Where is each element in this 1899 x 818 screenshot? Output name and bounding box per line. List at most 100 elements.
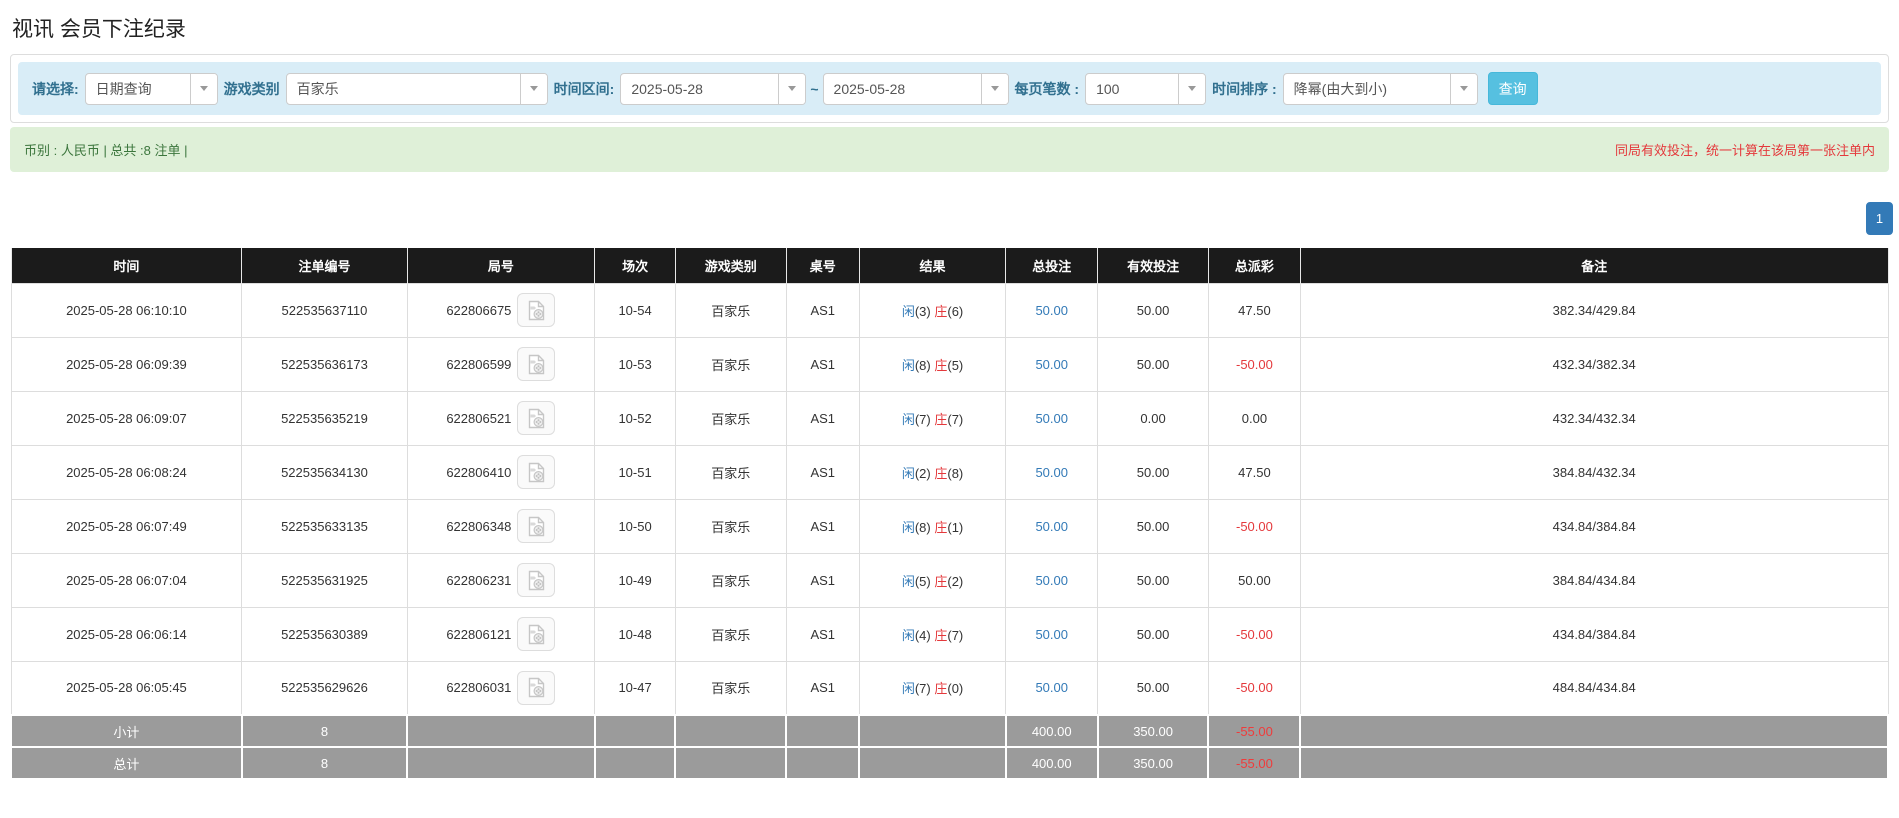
subtotal-row-empty-result <box>858 714 1007 748</box>
date-from-dropdown-toggle[interactable] <box>778 73 806 104</box>
date-to-dropdown-toggle[interactable] <box>980 73 1008 104</box>
page-button-1[interactable]: 1 <box>1866 202 1893 235</box>
cell-session: 10-53 <box>594 336 676 392</box>
result-player-score: (2) <box>914 465 931 481</box>
column-header-8: 有效投注 <box>1097 248 1209 283</box>
video-record-file-icon <box>528 570 545 590</box>
cell-payout: 0.00 <box>1207 390 1301 446</box>
cell-result: 闲(7) 庄(7) <box>858 390 1007 446</box>
grandtotal-row-valid-bet: 350.00 <box>1096 746 1210 780</box>
round-number-text: 622806121 <box>446 626 512 642</box>
video-playback-button[interactable] <box>517 455 556 489</box>
result-banker-label: 庄 <box>934 357 948 373</box>
cell-table-number: AS1 <box>785 498 860 554</box>
cell-payout: 47.50 <box>1207 282 1301 338</box>
grandtotal-row-payout: -55.00 <box>1207 746 1302 780</box>
caret-down-icon <box>788 86 797 91</box>
cell-result: 闲(8) 庄(5) <box>858 336 1007 392</box>
cell-result: 闲(3) 庄(6) <box>858 282 1007 338</box>
cell-table-number: AS1 <box>785 444 860 500</box>
table-row: 2025-05-28 06:08:24 522535634130 622806410… <box>10 444 1889 500</box>
table-row: 2025-05-28 06:05:45 522535629626 622806031… <box>10 660 1889 716</box>
select-mode-dropdown-toggle[interactable] <box>189 73 217 104</box>
cell-session: 10-47 <box>594 660 676 716</box>
cell-bet-number: 522535636173 <box>241 336 408 392</box>
select-mode-label: 请选择: <box>32 80 79 97</box>
summary-bar: 币别 : 人民币 | 总共 :8 注单 | 同局有效投注，统一计算在该局第一张注… <box>10 127 1889 172</box>
result-player-label: 闲 <box>901 357 915 373</box>
column-header-6: 结果 <box>858 248 1007 283</box>
grandtotal-row: 总计 8 400.00 350.00 -55.00 <box>10 746 1889 780</box>
subtotal-row-empty-remark <box>1299 714 1889 748</box>
total-bet-link[interactable]: 50.00 <box>1035 357 1068 372</box>
cell-bet-number: 522535637110 <box>241 282 408 338</box>
page-size-input[interactable] <box>1086 73 1179 104</box>
cell-total-bet: 50.00 <box>1005 606 1099 662</box>
video-playback-button[interactable] <box>517 509 556 543</box>
video-record-file-icon <box>528 300 545 320</box>
cell-result: 闲(2) 庄(8) <box>858 444 1007 500</box>
cell-session: 10-52 <box>594 390 676 446</box>
caret-down-icon <box>990 86 999 91</box>
cell-remark: 382.34/429.84 <box>1299 282 1889 338</box>
subtotal-row-count: 8 <box>240 714 409 748</box>
date-from-combobox <box>620 72 807 105</box>
cell-valid-bet: 50.00 <box>1097 606 1209 662</box>
cell-total-bet: 50.00 <box>1005 282 1099 338</box>
result-player-label: 闲 <box>901 519 915 535</box>
cell-round-number: 622806521 <box>406 390 596 446</box>
cell-result: 闲(4) 庄(7) <box>858 606 1007 662</box>
video-playback-button[interactable] <box>517 293 556 327</box>
cell-payout: -50.00 <box>1207 606 1301 662</box>
total-bet-link[interactable]: 50.00 <box>1035 573 1068 588</box>
time-sort-label: 时间排序 : <box>1212 80 1277 97</box>
result-banker-score: (8) <box>947 465 964 481</box>
cell-remark: 434.84/384.84 <box>1299 498 1889 554</box>
video-playback-button[interactable] <box>517 401 556 435</box>
result-banker-label: 庄 <box>934 681 948 697</box>
cell-bet-number: 522535630389 <box>241 606 408 662</box>
total-bet-link[interactable]: 50.00 <box>1035 519 1068 534</box>
page-size-dropdown-toggle[interactable] <box>1178 73 1206 104</box>
cell-game-type: 百家乐 <box>674 282 787 338</box>
result-banker-label: 庄 <box>934 303 948 319</box>
video-record-file-icon <box>528 624 545 644</box>
round-cell: 622806410 <box>446 455 556 489</box>
cell-game-type: 百家乐 <box>674 606 787 662</box>
cell-table-number: AS1 <box>785 606 860 662</box>
round-cell: 622806231 <box>446 563 556 597</box>
video-playback-button[interactable] <box>517 670 556 705</box>
valid-bet-notice: 同局有效投注，统一计算在该局第一张注单内 <box>1614 143 1875 158</box>
column-header-5: 桌号 <box>785 248 860 283</box>
total-bet-link[interactable]: 50.00 <box>1035 627 1068 642</box>
video-playback-button[interactable] <box>517 563 556 597</box>
video-playback-button[interactable] <box>517 347 556 381</box>
filter-container: 请选择: 游戏类别 时间区间: ~ 每页笔数 : 时间排序 : <box>10 54 1889 123</box>
time-sort-dropdown-toggle[interactable] <box>1449 73 1477 104</box>
result-banker-score: (0) <box>947 681 964 697</box>
column-header-10: 备注 <box>1299 248 1889 283</box>
result-player-label: 闲 <box>901 573 915 589</box>
total-bet-link[interactable]: 50.00 <box>1035 465 1068 480</box>
cell-bet-number: 522535633135 <box>241 498 408 554</box>
cell-time: 2025-05-28 06:07:49 <box>10 498 243 554</box>
cell-round-number: 622806231 <box>406 552 596 608</box>
video-playback-button[interactable] <box>517 617 556 651</box>
date-from-input[interactable] <box>621 73 779 104</box>
select-mode-input[interactable] <box>85 73 190 104</box>
round-number-text: 622806599 <box>446 356 512 372</box>
search-button[interactable]: 查询 <box>1487 72 1538 105</box>
result-player-label: 闲 <box>901 411 915 427</box>
date-to-input[interactable] <box>823 73 981 104</box>
grandtotal-row-empty-result <box>858 746 1007 780</box>
cell-table-number: AS1 <box>785 552 860 608</box>
game-type-input[interactable] <box>286 73 520 104</box>
result-banker-label: 庄 <box>934 465 948 481</box>
cell-game-type: 百家乐 <box>674 390 787 446</box>
time-sort-input[interactable] <box>1283 73 1450 104</box>
game-type-combobox <box>285 72 548 105</box>
game-type-dropdown-toggle[interactable] <box>519 73 547 104</box>
total-bet-link[interactable]: 50.00 <box>1035 303 1068 318</box>
total-bet-link[interactable]: 50.00 <box>1035 680 1068 695</box>
total-bet-link[interactable]: 50.00 <box>1035 411 1068 426</box>
